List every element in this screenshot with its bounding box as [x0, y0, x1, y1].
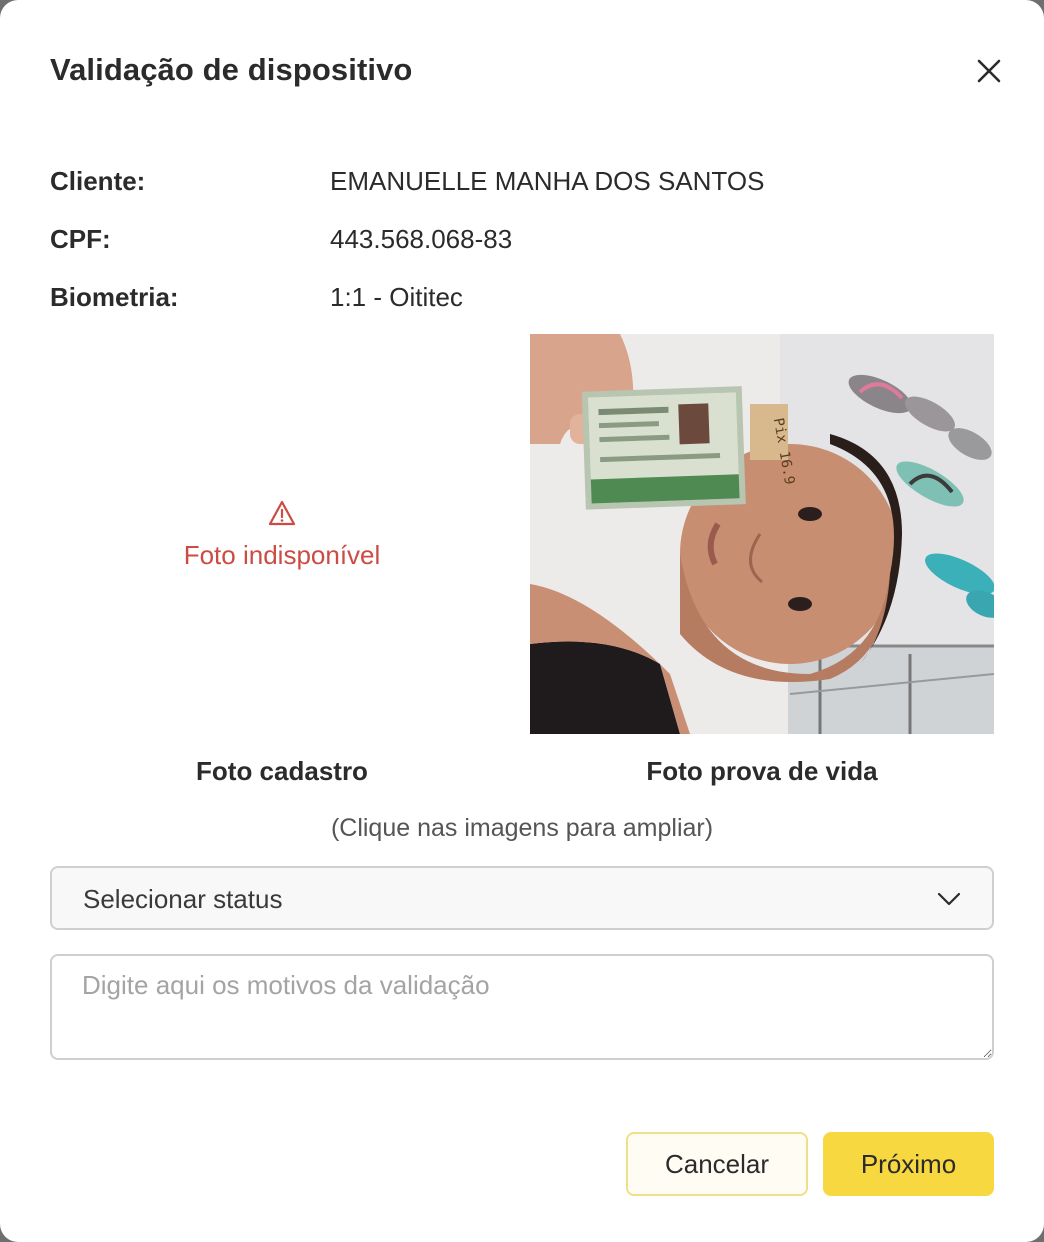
- status-select-value: Selecionar status: [83, 884, 283, 914]
- modal-title: Validação de dispositivo: [50, 52, 413, 87]
- cpf-label: CPF:: [50, 224, 111, 254]
- status-select[interactable]: Selecionar status: [50, 866, 994, 930]
- register-photo-placeholder[interactable]: Foto indisponível: [50, 334, 514, 734]
- warning-icon: [268, 500, 296, 526]
- validation-reason-field[interactable]: [50, 954, 994, 1060]
- liveness-photo[interactable]: Pix 16.9: [530, 334, 994, 734]
- register-photo-caption: Foto cadastro: [196, 756, 368, 786]
- liveness-photo-image: Pix 16.9: [530, 334, 994, 734]
- device-validation-modal: Validação de dispositivo Cliente: EMANUE…: [0, 0, 1044, 1242]
- chevron-down-icon: [937, 892, 961, 906]
- enlarge-hint: (Clique nas imagens para ampliar): [330, 814, 714, 842]
- client-value: EMANUELLE MANHA DOS SANTOS: [330, 166, 765, 196]
- cpf-value: 443.568.068-83: [330, 224, 513, 254]
- biometry-label: Biometria:: [50, 282, 179, 312]
- liveness-photo-caption: Foto prova de vida: [646, 756, 878, 786]
- biometry-value: 1:1 - Oititec: [330, 282, 463, 312]
- close-icon[interactable]: [970, 52, 1008, 90]
- photo-unavailable-text: Foto indisponível: [183, 540, 381, 570]
- client-label: Cliente:: [50, 166, 146, 196]
- next-button[interactable]: Próximo: [823, 1132, 994, 1196]
- cancel-button[interactable]: Cancelar: [626, 1132, 808, 1196]
